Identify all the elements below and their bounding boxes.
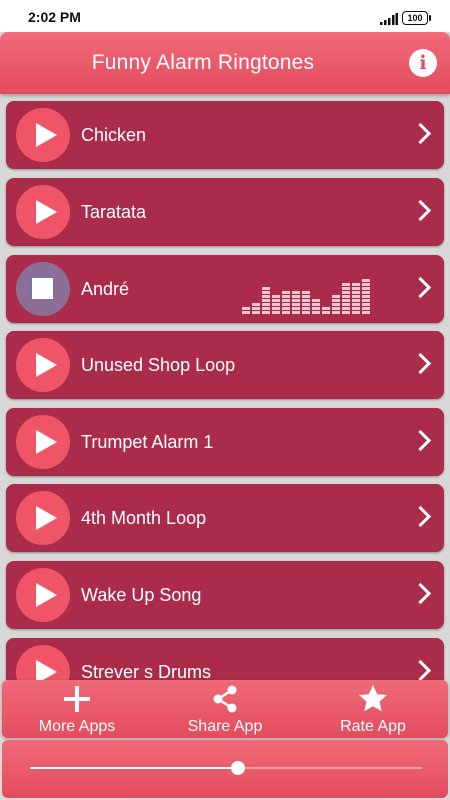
app-title: Funny Alarm Ringtones <box>91 51 315 74</box>
star-icon <box>359 685 387 712</box>
seek-progress <box>30 767 238 769</box>
play-button[interactable] <box>16 415 70 469</box>
ringtone-name: Trumpet Alarm 1 <box>81 432 214 452</box>
status-time: 2:02 PM <box>28 9 81 25</box>
ringtone-item[interactable]: Strever s Drums <box>6 638 444 680</box>
battery-icon: 100 <box>402 11 431 25</box>
ringtone-name: Taratata <box>81 202 147 222</box>
ringtone-name: Wake Up Song <box>81 585 202 605</box>
ringtone-item[interactable]: 4th Month Loop <box>6 484 444 552</box>
ringtone-list[interactable]: Chicken Taratata André Unused Shop Loop … <box>0 94 450 680</box>
play-icon <box>36 353 57 377</box>
ringtone-item-playing[interactable]: André <box>6 255 444 323</box>
chevron-right-icon <box>409 429 432 452</box>
stop-icon <box>32 278 53 299</box>
play-icon <box>36 200 57 224</box>
rate-app-label: Rate App <box>340 718 406 735</box>
play-button[interactable] <box>16 491 70 545</box>
seek-thumb[interactable] <box>230 761 245 775</box>
info-icon[interactable]: i <box>409 49 437 77</box>
ringtone-name: Strever s Drums <box>81 662 212 680</box>
rate-app-button[interactable]: Rate App <box>308 680 438 738</box>
chevron-right-icon <box>409 505 432 528</box>
play-button[interactable] <box>16 108 70 162</box>
chevron-right-icon <box>409 276 432 299</box>
play-icon <box>36 123 57 147</box>
ringtone-name: André <box>81 279 130 299</box>
ringtone-item[interactable]: Trumpet Alarm 1 <box>6 408 444 476</box>
play-icon <box>36 660 57 680</box>
ringtone-name: Chicken <box>81 125 147 145</box>
play-icon <box>36 583 57 607</box>
equalizer-icon <box>242 279 370 314</box>
ringtone-name: Unused Shop Loop <box>81 355 236 375</box>
play-icon <box>36 430 57 454</box>
signal-icon <box>380 13 398 25</box>
more-apps-label: More Apps <box>38 718 116 735</box>
chevron-right-icon <box>409 659 432 680</box>
ringtone-item[interactable]: Chicken <box>6 101 444 169</box>
play-button[interactable] <box>16 645 70 680</box>
ringtone-item[interactable]: Taratata <box>6 178 444 246</box>
share-app-button[interactable]: Share App <box>160 680 290 738</box>
more-apps-button[interactable]: More Apps <box>12 680 142 738</box>
ringtone-item[interactable]: Unused Shop Loop <box>6 331 444 399</box>
ringtone-name: 4th Month Loop <box>81 508 207 528</box>
share-icon <box>213 685 237 713</box>
playback-seek-bar[interactable] <box>2 740 448 798</box>
play-button[interactable] <box>16 185 70 239</box>
chevron-right-icon <box>409 122 432 145</box>
stop-button[interactable] <box>16 262 70 316</box>
play-button[interactable] <box>16 568 70 622</box>
chevron-right-icon <box>409 199 432 222</box>
ringtone-item[interactable]: Wake Up Song <box>6 561 444 629</box>
play-button[interactable] <box>16 338 70 392</box>
chevron-right-icon <box>409 352 432 375</box>
chevron-right-icon <box>409 582 432 605</box>
bottom-action-bar: More Apps Share App Rate App <box>2 680 448 738</box>
status-bar: 2:02 PM 100 <box>0 0 450 32</box>
share-app-label: Share App <box>187 718 263 735</box>
plus-icon <box>64 686 90 712</box>
app-header: Funny Alarm Ringtones i <box>0 32 450 94</box>
play-icon <box>36 506 57 530</box>
